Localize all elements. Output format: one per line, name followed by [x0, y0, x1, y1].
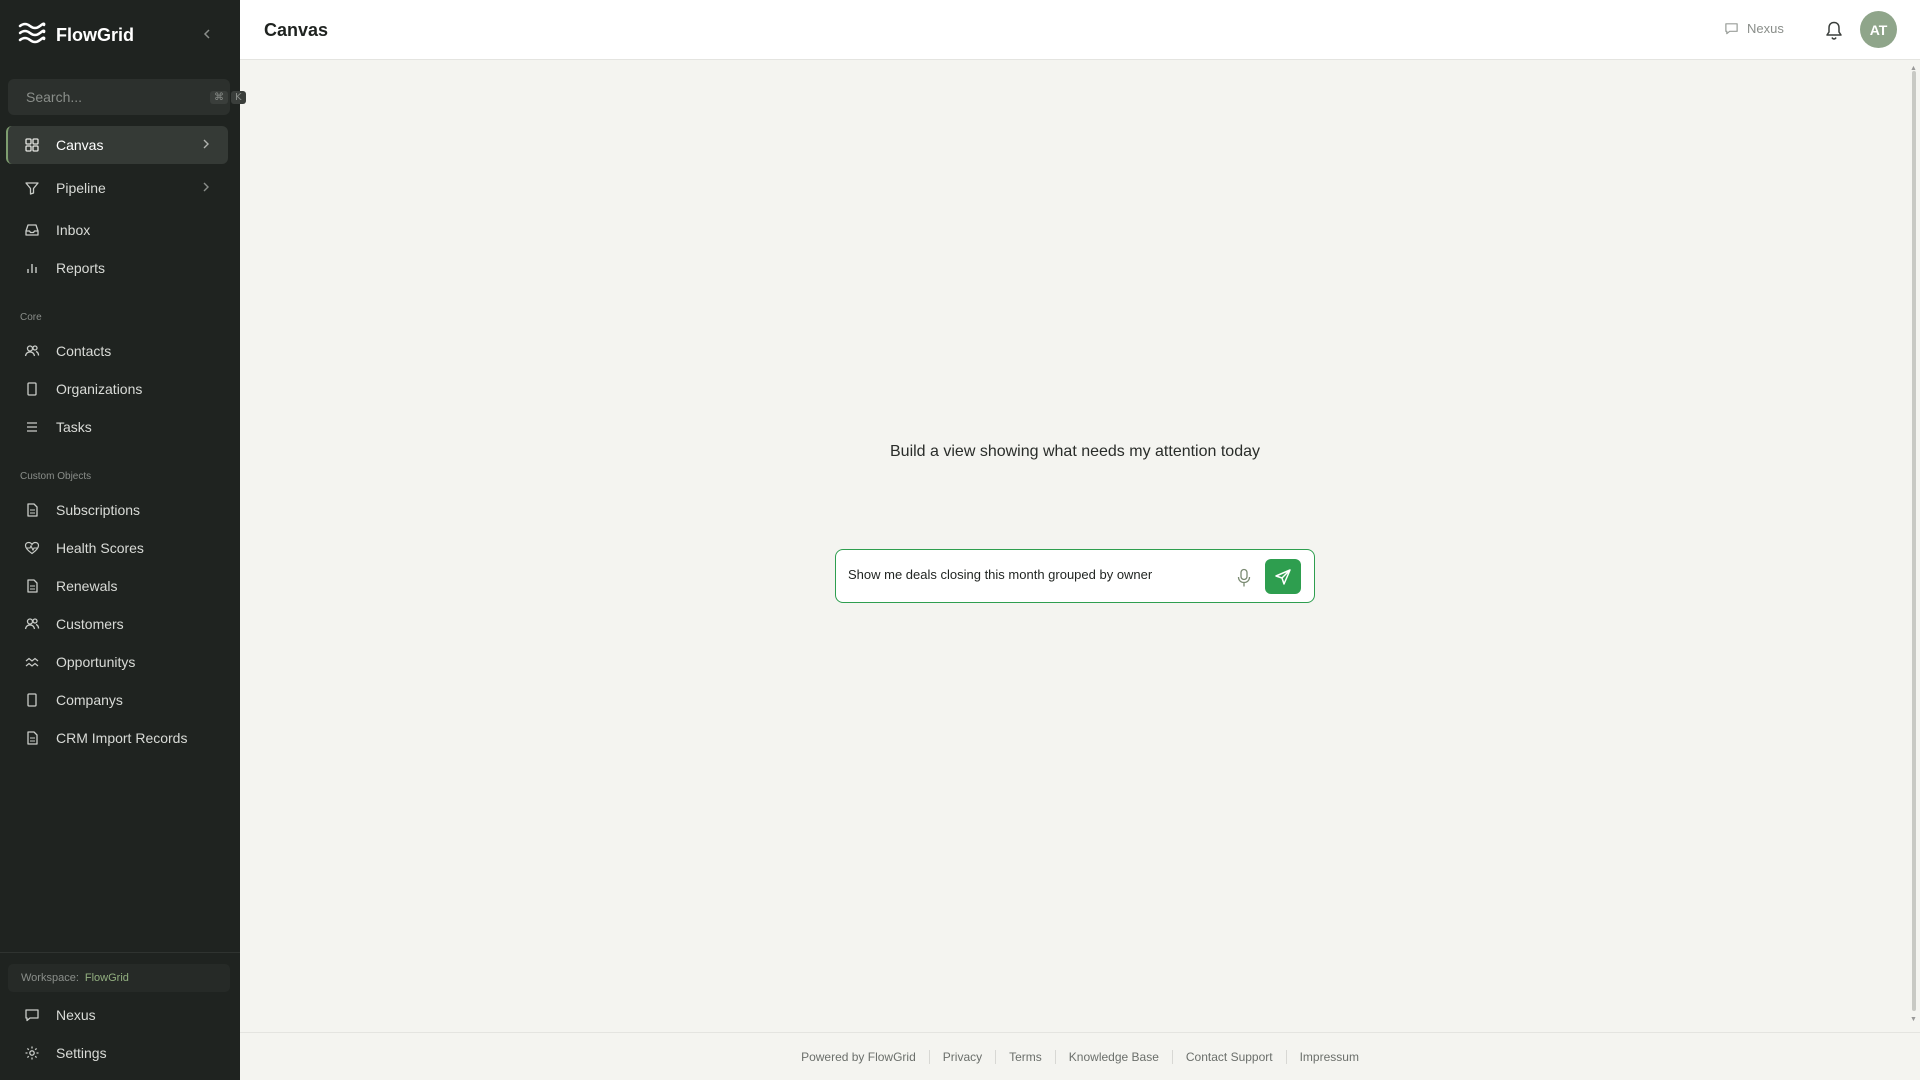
bell-icon	[1826, 21, 1842, 40]
workspace-switcher[interactable]: Workspace: FlowGrid	[8, 964, 230, 992]
document-icon	[27, 579, 38, 593]
footer-link-impressum[interactable]: Impressum	[1300, 1050, 1359, 1064]
collapse-sidebar-button[interactable]	[198, 24, 216, 44]
footer-link-privacy[interactable]: Privacy	[943, 1050, 982, 1064]
building-icon	[27, 382, 37, 396]
filter-icon	[25, 182, 39, 195]
footer-link-terms[interactable]: Terms	[1009, 1050, 1042, 1064]
gear-icon	[25, 1046, 39, 1060]
list-icon	[27, 422, 37, 432]
sidebar-item-label: CRM Import Records	[56, 730, 188, 746]
sidebar-item-health-scores[interactable]: Health Scores	[6, 529, 228, 567]
users-icon	[24, 618, 40, 630]
app-name: FlowGrid	[56, 24, 134, 45]
sidebar-item-reports[interactable]: Reports	[6, 249, 228, 287]
sidebar-item-renewals[interactable]: Renewals	[6, 567, 228, 605]
document-icon	[27, 503, 38, 517]
sidebar-item-label: Health Scores	[56, 540, 144, 556]
sidebar-item-organizations[interactable]: Organizations	[6, 370, 228, 408]
notifications-button[interactable]	[1824, 19, 1844, 41]
divider	[995, 1049, 997, 1064]
sidebar-item-label: Opportunitys	[56, 654, 136, 670]
sidebar-item-label: Tasks	[56, 419, 92, 435]
sidebar-item-label: Canvas	[56, 137, 104, 153]
voice-input-button[interactable]	[1235, 567, 1253, 589]
sidebar-item-label: Contacts	[56, 343, 112, 359]
page-footer: Powered by FlowGrid Privacy Terms Knowle…	[240, 1032, 1920, 1080]
shortcut-mod-key: ⌘	[210, 90, 228, 104]
divider	[1054, 1049, 1056, 1064]
trend-icon	[25, 657, 39, 667]
nexus-label: Nexus	[1747, 21, 1784, 36]
heart-pulse-icon	[24, 541, 40, 555]
chat-icon	[25, 1009, 39, 1022]
canvas-prompt-heading: Build a view showing what needs my atten…	[890, 443, 1260, 460]
sidebar-item-label: Nexus	[56, 1007, 96, 1023]
workspace-name: FlowGrid	[84, 972, 129, 984]
flowgrid-logo-icon	[18, 21, 46, 50]
divider	[1285, 1049, 1287, 1064]
brand[interactable]: FlowGrid	[18, 18, 134, 52]
grid-icon	[25, 138, 39, 152]
prompt-input[interactable]	[848, 567, 1228, 582]
send-button[interactable]	[1265, 559, 1301, 594]
sidebar-item-opportunitys[interactable]: Opportunitys	[6, 643, 228, 681]
top-header: Canvas Nexus AT	[240, 0, 1920, 60]
chat-icon	[1725, 23, 1738, 35]
workspace-prefix: Workspace:	[21, 972, 79, 984]
microphone-icon	[1237, 568, 1251, 587]
sidebar-item-customers[interactable]: Customers	[6, 605, 228, 643]
sidebar-item-label: Inbox	[56, 222, 91, 238]
sidebar-item-settings[interactable]: Settings	[6, 1034, 228, 1072]
chevron-right-icon	[203, 139, 209, 149]
building-icon	[27, 693, 37, 707]
sidebar-item-nexus[interactable]: Nexus	[6, 996, 228, 1034]
sidebar-item-label: Companys	[56, 692, 123, 708]
sidebar-item-label: Pipeline	[56, 180, 106, 196]
user-avatar[interactable]: AT	[1860, 11, 1897, 48]
search-input[interactable]	[26, 89, 207, 105]
sidebar-item-label: Renewals	[56, 578, 118, 594]
page-title: Canvas	[264, 20, 329, 40]
send-icon	[1275, 568, 1291, 585]
scroll-down-arrow[interactable]: ▼	[1910, 1016, 1917, 1023]
sidebar-item-companys[interactable]: Companys	[6, 681, 228, 719]
sidebar-item-label: Organizations	[56, 381, 143, 397]
section-label-custom-objects: Custom Objects	[20, 471, 92, 482]
divider	[0, 952, 240, 953]
document-icon	[27, 731, 38, 745]
powered-by-text: Powered by FlowGrid	[801, 1049, 916, 1064]
section-label-core: Core	[20, 312, 42, 323]
chevron-left-icon	[203, 29, 210, 39]
footer-link-contact-support[interactable]: Contact Support	[1186, 1050, 1273, 1064]
search-bar[interactable]: ⌘ K	[8, 79, 246, 115]
canvas-main: Build a view showing what needs my atten…	[240, 61, 1920, 1032]
sidebar-item-label: Reports	[56, 260, 106, 276]
sidebar-item-crm-import-records[interactable]: CRM Import Records	[6, 719, 228, 757]
footer-link-knowledge-base[interactable]: Knowledge Base	[1069, 1050, 1159, 1064]
sidebar: FlowGrid ⌘ K Canvas Pipeline Inbox Repor…	[0, 0, 246, 1080]
sidebar-item-contacts[interactable]: Contacts	[6, 332, 228, 370]
divider	[928, 1049, 930, 1064]
sidebar-item-tasks[interactable]: Tasks	[6, 408, 228, 446]
sidebar-item-canvas[interactable]: Canvas	[6, 126, 228, 164]
sidebar-item-subscriptions[interactable]: Subscriptions	[6, 491, 228, 529]
chevron-right-icon	[203, 182, 209, 192]
sidebar-item-inbox[interactable]: Inbox	[6, 211, 228, 249]
scrollbar[interactable]	[1912, 71, 1916, 1011]
sidebar-item-label: Customers	[56, 616, 124, 632]
divider	[1171, 1049, 1173, 1064]
sidebar-item-pipeline[interactable]: Pipeline	[6, 169, 228, 207]
users-icon	[24, 345, 40, 357]
sidebar-item-label: Settings	[56, 1045, 107, 1061]
bar-chart-icon	[27, 264, 37, 273]
nexus-link[interactable]: Nexus	[1724, 21, 1784, 36]
sidebar-item-label: Subscriptions	[56, 502, 141, 518]
prompt-composer	[835, 549, 1315, 603]
inbox-icon	[25, 224, 39, 236]
